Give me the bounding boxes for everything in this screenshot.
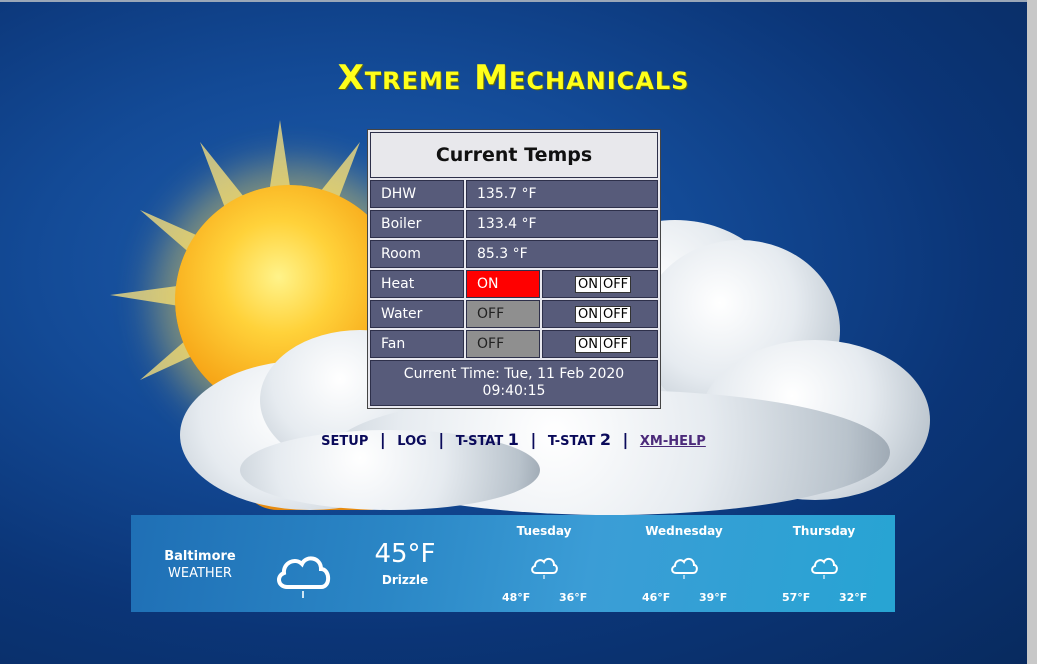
temps-heading: Current Temps xyxy=(370,132,658,178)
water-off-button[interactable]: OFF xyxy=(599,306,630,322)
nav-links: SETUP | LOG | T-STAT 1 | T-STAT 2 | XM-H… xyxy=(0,430,1027,449)
table-row: Heat ON ON OFF xyxy=(370,270,658,298)
weather-location: Baltimore WEATHER xyxy=(161,548,239,582)
heat-status: ON xyxy=(466,270,540,298)
heat-toggle: ON OFF xyxy=(575,275,632,293)
row-label-room: Room xyxy=(370,240,464,268)
current-time-clock: 09:40:15 xyxy=(482,383,546,399)
nav-tstat2-number: 2 xyxy=(599,430,611,449)
nav-tstat1-label: T-STAT xyxy=(455,434,504,449)
nav-separator: | xyxy=(379,430,386,449)
window-top-edge xyxy=(0,0,1037,2)
row-label-heat: Heat xyxy=(370,270,464,298)
table-row: DHW 135.7 °F xyxy=(370,180,658,208)
water-status: OFF xyxy=(466,300,540,328)
nav-help-link[interactable]: XM-HELP xyxy=(640,434,706,449)
table-row: Room 85.3 °F xyxy=(370,240,658,268)
fan-on-button[interactable]: ON xyxy=(576,337,600,352)
window-right-edge xyxy=(1027,0,1037,664)
fan-toggle-cell: ON OFF xyxy=(542,330,658,358)
cloud-drizzle-icon xyxy=(531,557,558,579)
row-value-dhw: 135.7 °F xyxy=(466,180,658,208)
forecast-lo: 36°F xyxy=(559,591,588,604)
weather-label: WEATHER xyxy=(168,566,232,581)
fan-status: OFF xyxy=(466,330,540,358)
nav-separator: | xyxy=(438,430,445,449)
table-row: Boiler 133.4 °F xyxy=(370,210,658,238)
nav-separator: | xyxy=(530,430,537,449)
forecast-lo: 39°F xyxy=(699,591,728,604)
cloud-drizzle-icon xyxy=(277,556,331,598)
forecast-hi: 48°F xyxy=(502,591,531,604)
weather-city: Baltimore xyxy=(164,549,236,564)
forecast-day: Tuesday xyxy=(516,524,572,538)
forecast-hi: 57°F xyxy=(782,591,811,604)
nav-tstat1-number: 1 xyxy=(507,430,519,449)
row-label-boiler: Boiler xyxy=(370,210,464,238)
page-title: Xtreme Mechanicals xyxy=(337,58,690,98)
row-label-fan: Fan xyxy=(370,330,464,358)
current-time-date: Current Time: Tue, 11 Feb 2020 xyxy=(403,366,625,382)
row-label-water: Water xyxy=(370,300,464,328)
table-row: Water OFF ON OFF xyxy=(370,300,658,328)
water-toggle: ON OFF xyxy=(575,305,632,323)
weather-condition: Drizzle xyxy=(381,573,429,587)
fan-off-button[interactable]: OFF xyxy=(599,336,630,352)
cloud-drizzle-icon xyxy=(671,557,698,579)
nav-tstat1-link[interactable]: T-STAT 1 xyxy=(455,430,519,449)
forecast-day: Thursday xyxy=(792,524,856,538)
forecast-day: Wednesday xyxy=(645,524,723,538)
fan-toggle: ON OFF xyxy=(575,335,632,353)
forecast-hi: 46°F xyxy=(642,591,671,604)
weather-widget[interactable]: Baltimore WEATHER 45°F Drizzle Tuesday 4… xyxy=(131,515,895,612)
water-toggle-cell: ON OFF xyxy=(542,300,658,328)
row-value-room: 85.3 °F xyxy=(466,240,658,268)
cloud-drizzle-icon xyxy=(811,557,838,579)
table-row: Fan OFF ON OFF xyxy=(370,330,658,358)
current-temps-table: Current Temps DHW 135.7 °F Boiler 133.4 … xyxy=(367,129,661,409)
heat-on-button[interactable]: ON xyxy=(576,277,600,292)
table-row: Current Time: Tue, 11 Feb 2020 09:40:15 xyxy=(370,360,658,406)
heat-toggle-cell: ON OFF xyxy=(542,270,658,298)
heat-off-button[interactable]: OFF xyxy=(599,276,630,292)
row-label-dhw: DHW xyxy=(370,180,464,208)
water-on-button[interactable]: ON xyxy=(576,307,600,322)
nav-log-link[interactable]: LOG xyxy=(397,434,427,449)
forecast-lo: 32°F xyxy=(839,591,868,604)
nav-setup-link[interactable]: SETUP xyxy=(321,434,368,449)
weather-current-temp: 45°F xyxy=(374,539,436,569)
current-time: Current Time: Tue, 11 Feb 2020 09:40:15 xyxy=(370,360,658,406)
nav-separator: | xyxy=(622,430,629,449)
nav-tstat2-link[interactable]: T-STAT 2 xyxy=(547,430,611,449)
row-value-boiler: 133.4 °F xyxy=(466,210,658,238)
nav-tstat2-label: T-STAT xyxy=(547,434,596,449)
